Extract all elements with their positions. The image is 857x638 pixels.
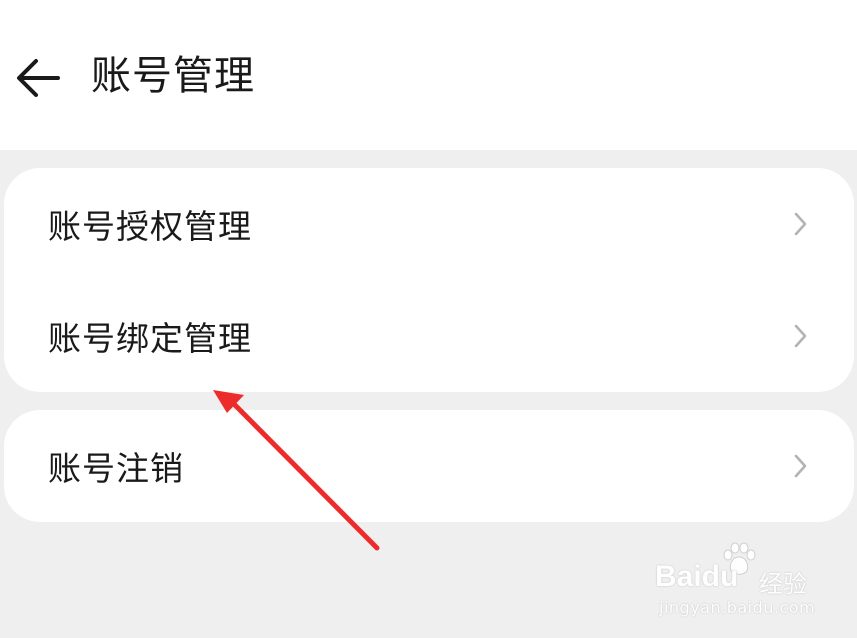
list-item-account-binding[interactable]: 账号绑定管理 [4,280,854,392]
list-item-account-authorization[interactable]: 账号授权管理 [4,168,854,280]
app-header: 账号管理 [0,0,857,150]
chevron-right-icon [794,212,807,236]
page-title: 账号管理 [91,53,255,99]
back-button[interactable] [12,52,64,104]
list-item-account-deactivation[interactable]: 账号注销 [4,410,854,522]
arrow-left-icon [17,59,60,97]
list-item-label: 账号绑定管理 [48,319,252,358]
chevron-right-icon [794,454,807,478]
list-item-label: 账号注销 [48,449,184,488]
baidu-watermark: Baidu 经验 jingyan.baidu.com [655,542,825,622]
watermark-url: jingyan.baidu.com [659,598,816,617]
watermark-brand-cn: 经验 [759,570,807,598]
list-item-label: 账号授权管理 [48,207,252,246]
chevron-right-icon [794,324,807,348]
settings-group-authorization: 账号授权管理 账号绑定管理 [4,168,854,392]
watermark-brand: Baidu [655,560,739,593]
settings-group-deactivation: 账号注销 [4,410,854,522]
